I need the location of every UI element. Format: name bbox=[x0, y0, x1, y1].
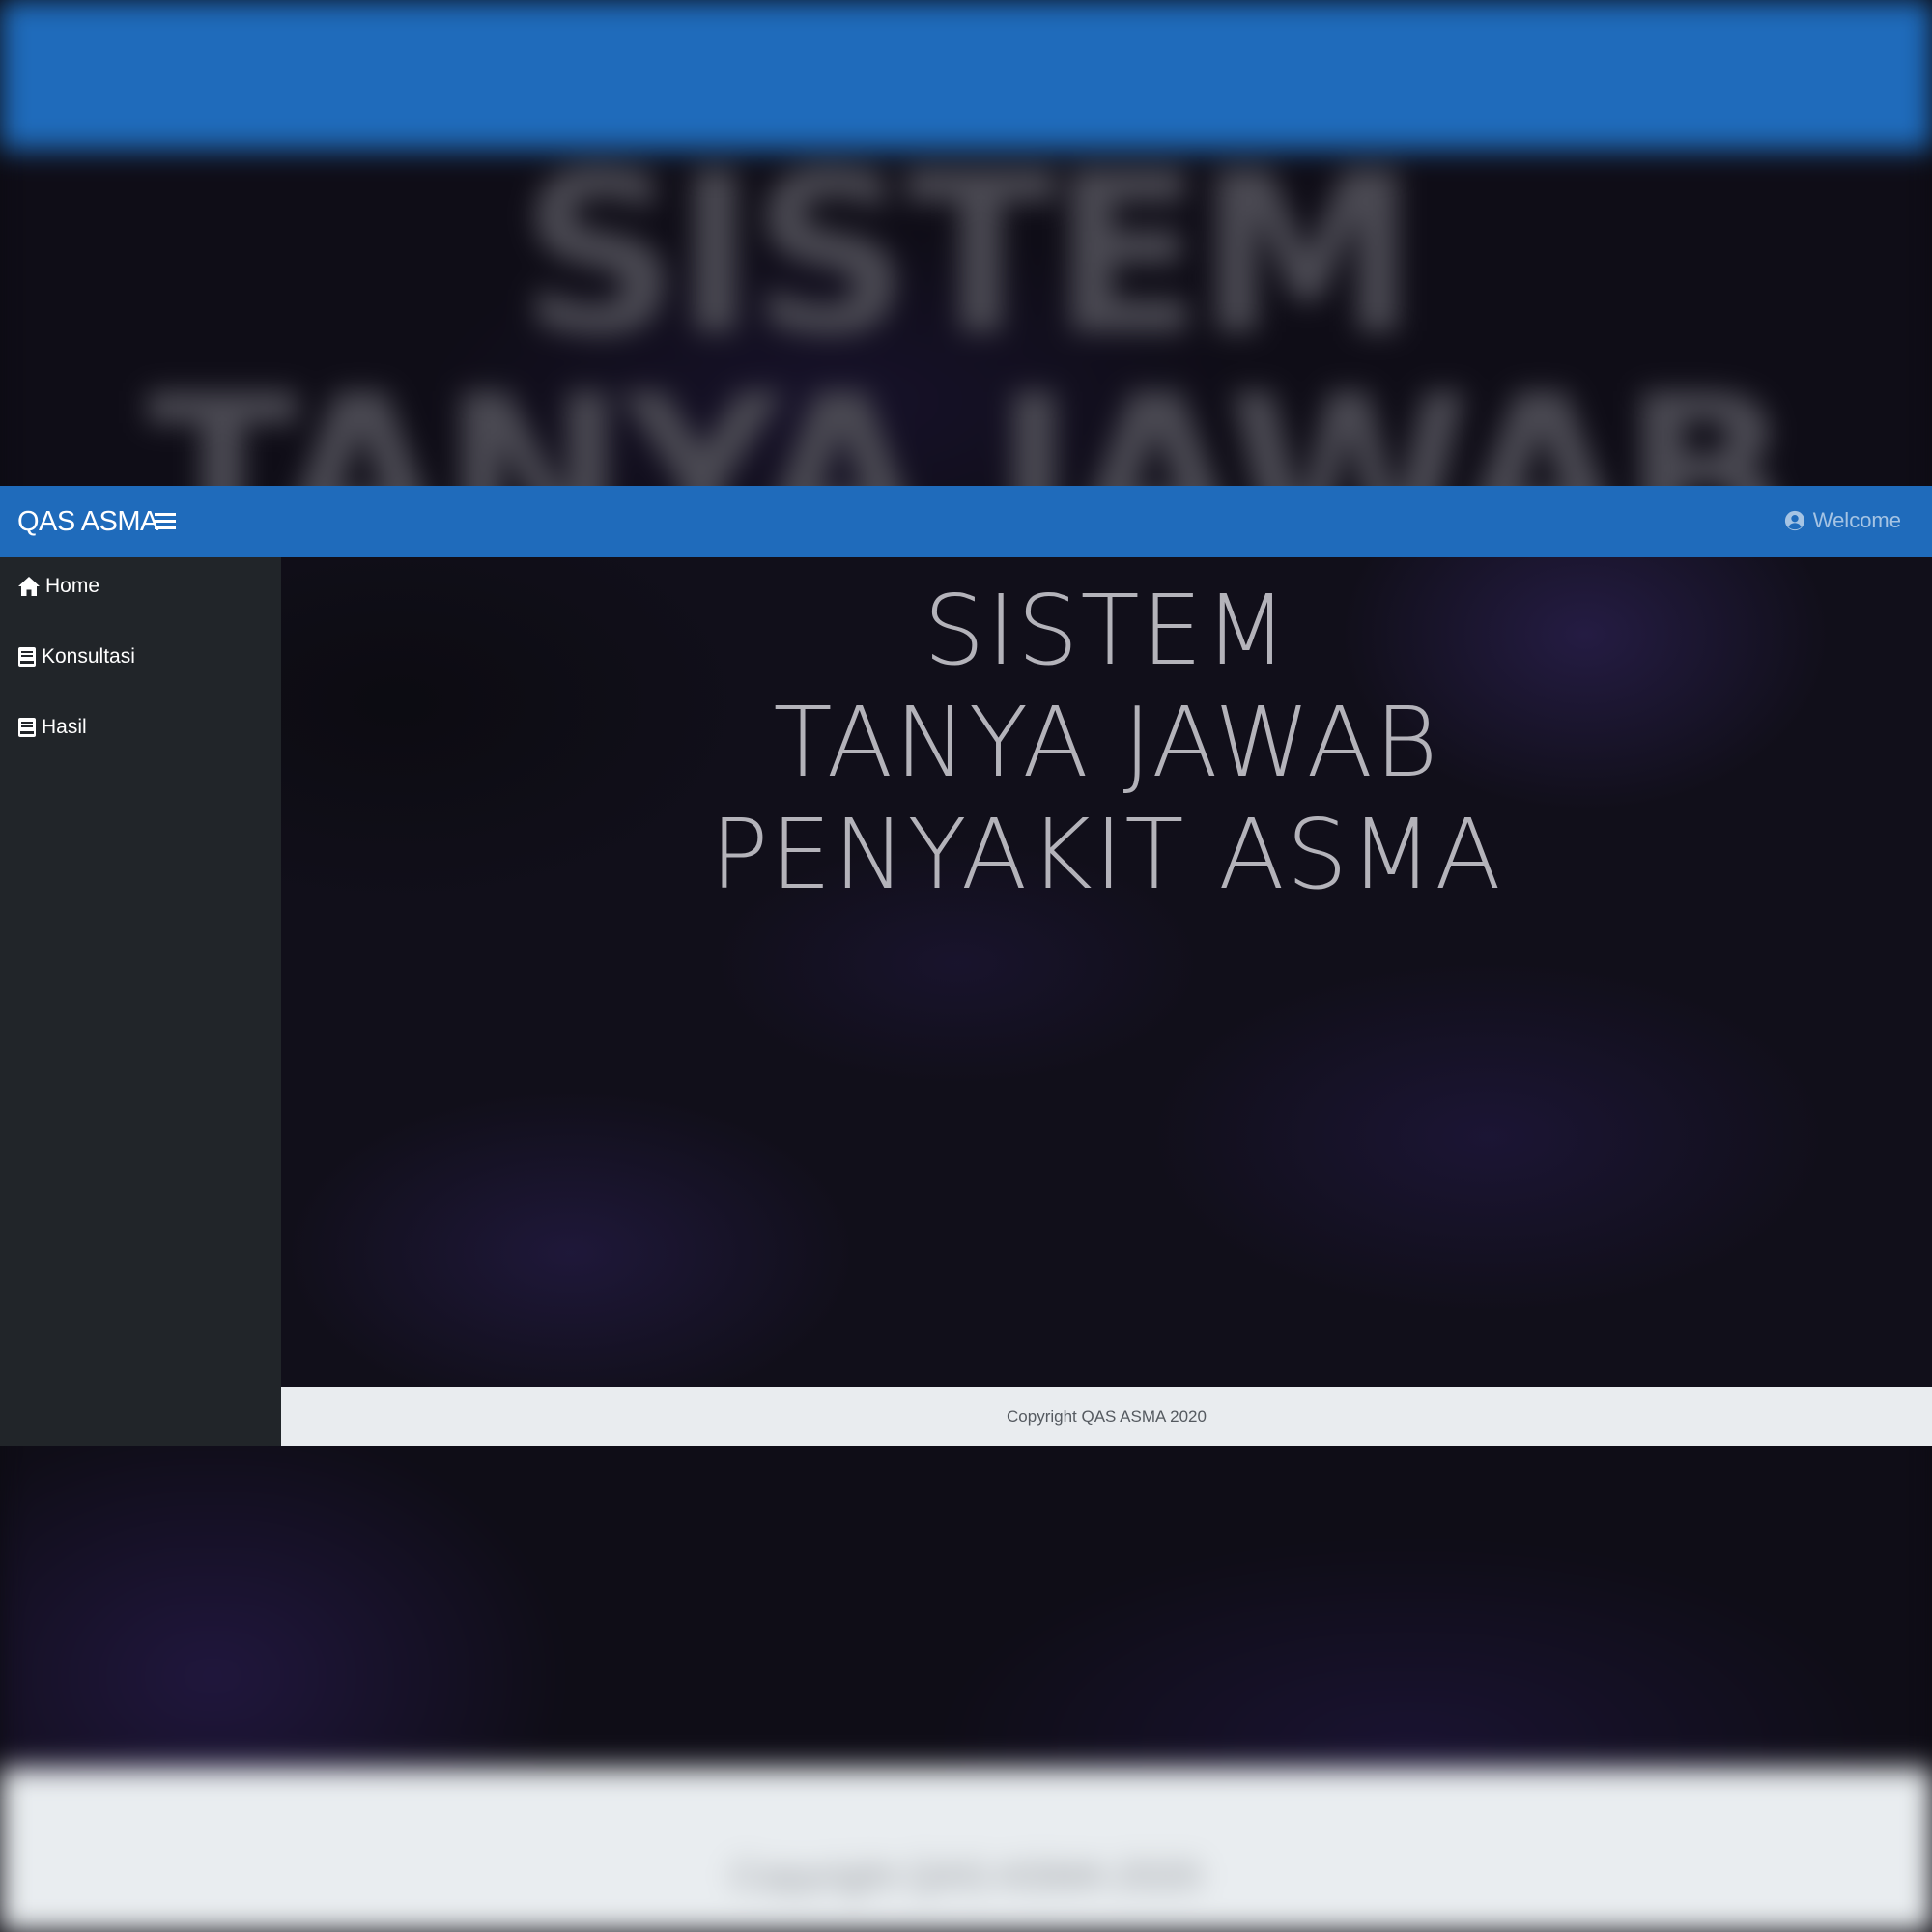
menu-toggle-icon[interactable] bbox=[155, 513, 176, 530]
app-window: QAS ASMA Welcome Home Konsultasi Hasil S… bbox=[0, 486, 1932, 1446]
hero-line-2: TANYA JAWAB bbox=[773, 686, 1440, 799]
user-welcome-menu[interactable]: Welcome bbox=[1784, 505, 1901, 536]
sidebar-item-label: Home bbox=[45, 575, 100, 597]
user-circle-icon bbox=[1784, 510, 1804, 531]
book-icon bbox=[18, 647, 36, 667]
sidebar: Home Konsultasi Hasil bbox=[0, 557, 281, 1446]
sidebar-item-hasil[interactable]: Hasil bbox=[17, 708, 87, 747]
welcome-label: Welcome bbox=[1812, 508, 1901, 532]
top-navbar: QAS ASMA Welcome bbox=[0, 486, 1932, 557]
sidebar-item-konsultasi[interactable]: Konsultasi bbox=[17, 638, 135, 676]
blurred-footer-text: Copyright QAS ASMA 2020 bbox=[730, 1855, 1202, 1897]
brand-title[interactable]: QAS ASMA bbox=[17, 503, 158, 540]
hero-line-1: SISTEM bbox=[923, 574, 1290, 687]
home-icon bbox=[18, 577, 40, 596]
sidebar-item-label: Hasil bbox=[42, 716, 87, 738]
footer: Copyright QAS ASMA 2020 bbox=[281, 1387, 1932, 1446]
copyright-text: Copyright QAS ASMA 2020 bbox=[1007, 1407, 1207, 1426]
main-content: SISTEM TANYA JAWAB PENYAKIT ASMA bbox=[281, 557, 1932, 1387]
hero-title: SISTEM TANYA JAWAB PENYAKIT ASMA bbox=[281, 575, 1932, 911]
hero-line-3: PENYAKIT ASMA bbox=[710, 798, 1503, 911]
sidebar-item-home[interactable]: Home bbox=[17, 567, 99, 606]
blurred-footer bbox=[0, 1768, 1932, 1932]
book-icon bbox=[18, 718, 36, 737]
sidebar-item-label: Konsultasi bbox=[42, 645, 135, 668]
